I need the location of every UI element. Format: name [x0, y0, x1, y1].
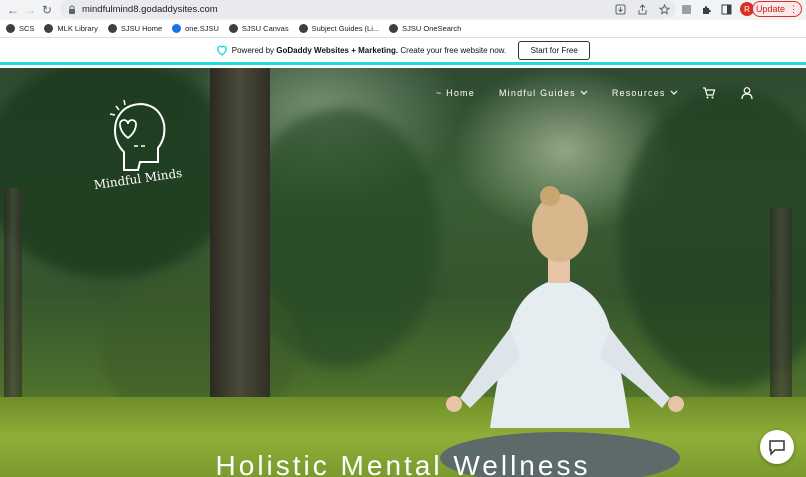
address-bar[interactable]: mindfulmind8.godaddysites.com: [60, 0, 676, 18]
globe-icon: [389, 24, 399, 33]
nav-home[interactable]: ~ Home: [436, 88, 475, 98]
bookmarks-bar: SCS MLK Library SJSU Home one.SJSU SJSU …: [0, 20, 806, 38]
chevron-down-icon: [580, 90, 588, 95]
lock-icon: [69, 5, 75, 14]
bookmark-item[interactable]: SJSU Canvas: [228, 24, 289, 33]
godaddy-logo-icon: [216, 45, 227, 56]
globe-icon: [107, 24, 117, 33]
browser-toolbar: ← → ↻ mindfulmind8.godaddysites.com R Up…: [0, 0, 806, 20]
puzzle-icon[interactable]: [700, 1, 712, 17]
update-label: Update: [755, 4, 786, 14]
onesjsu-icon: [172, 24, 182, 33]
nav-resources[interactable]: Resources: [612, 88, 678, 98]
bookmark-label: one.SJSU: [185, 24, 219, 33]
godaddy-banner: Powered by GoDaddy Websites + Marketing.…: [0, 38, 806, 65]
bookmark-label: SJSU Home: [120, 24, 163, 33]
tree-trunk: [210, 68, 270, 418]
nav-label: Mindful Guides: [498, 88, 576, 98]
back-icon[interactable]: ←: [4, 1, 22, 19]
bookmark-label: Subject Guides (Li...: [311, 24, 380, 33]
account-icon[interactable]: [740, 86, 754, 100]
bookmark-star-icon[interactable]: [658, 3, 670, 15]
bookmark-item[interactable]: SJSU Home: [107, 24, 163, 33]
chat-icon: [769, 440, 785, 456]
start-for-free-button[interactable]: Start for Free: [518, 40, 591, 60]
more-vert-icon: ⋮: [789, 3, 799, 14]
bookmark-item[interactable]: SJSU OneSearch: [389, 24, 461, 33]
bookmark-item[interactable]: MLK Library: [44, 24, 98, 33]
cart-icon[interactable]: [702, 86, 716, 100]
tree-trunk: [4, 188, 22, 428]
bookmark-label: SCS: [19, 24, 35, 33]
bookmark-label: MLK Library: [57, 24, 98, 33]
banner-text: Powered by GoDaddy Websites + Marketing.…: [232, 46, 506, 55]
tree-trunk: [770, 208, 792, 428]
chevron-down-icon: [670, 90, 678, 95]
site-nav: ~ Home Mindful Guides Resources: [436, 86, 754, 100]
bookmark-label: SJSU OneSearch: [402, 24, 462, 33]
chat-button[interactable]: [760, 430, 794, 464]
reload-icon[interactable]: ↻: [38, 1, 56, 19]
bookmark-item[interactable]: SCS: [6, 24, 34, 33]
bookmark-item[interactable]: one.SJSU: [172, 24, 219, 33]
bookmark-item[interactable]: Subject Guides (Li...: [298, 24, 380, 33]
globe-icon: [6, 24, 15, 33]
hero-section: Mindful Minds ~ Home Mindful Guides Reso…: [0, 68, 806, 477]
bookmark-label: SJSU Canvas: [241, 24, 289, 33]
nav-mindful-guides[interactable]: Mindful Guides: [499, 88, 588, 98]
globe-icon: [44, 24, 54, 33]
nav-label: Resources: [611, 88, 666, 98]
banner-suffix: Create your free website now.: [400, 45, 507, 55]
globe-icon: [228, 24, 238, 33]
banner-brand: GoDaddy Websites + Marketing.: [276, 45, 399, 55]
install-app-icon[interactable]: [614, 3, 626, 15]
meditating-woman-image: [440, 186, 684, 477]
url-text: mindfulmind8.godaddysites.com: [82, 3, 218, 15]
hero-title: Holistic Mental Wellness: [215, 450, 591, 477]
share-icon[interactable]: [636, 3, 648, 15]
extension-icon[interactable]: [680, 1, 692, 17]
sidebar-icon[interactable]: [720, 1, 732, 17]
globe-icon: [298, 24, 308, 33]
banner-prefix: Powered by: [231, 45, 275, 55]
forward-icon[interactable]: →: [21, 1, 39, 19]
update-button[interactable]: Update ⋮: [752, 1, 802, 17]
